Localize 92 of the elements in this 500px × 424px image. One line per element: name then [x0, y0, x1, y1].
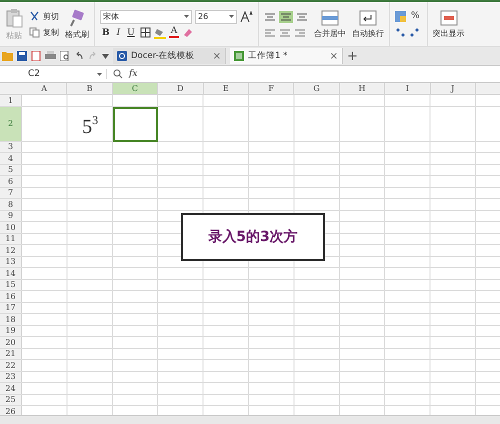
exponent: 3	[92, 114, 98, 126]
selected-cell[interactable]	[112, 106, 158, 142]
bold-button[interactable]: B	[100, 28, 112, 38]
row-header[interactable]: 23	[0, 372, 22, 382]
row-header[interactable]: 11	[0, 234, 22, 244]
clipboard-icon[interactable]	[5, 8, 23, 28]
row-header[interactable]: 7	[0, 188, 22, 198]
column-header[interactable]: J	[430, 83, 476, 94]
row-header[interactable]: 18	[0, 314, 22, 324]
row-header[interactable]: 16	[0, 291, 22, 302]
tab-title: Docer-在线模板	[131, 50, 196, 62]
highlight-icon[interactable]	[440, 10, 458, 26]
cut-button[interactable]: 剪切	[43, 10, 59, 22]
row-header[interactable]: 15	[0, 280, 22, 290]
spreadsheet-icon	[234, 51, 244, 61]
align-center-icon[interactable]	[279, 28, 291, 38]
font-size-field[interactable]: 26	[195, 10, 237, 24]
preview-icon[interactable]	[60, 51, 70, 61]
row-header[interactable]: 8	[0, 199, 22, 210]
wrap-text-button[interactable]: 自动换行	[352, 28, 384, 38]
row-header[interactable]: 6	[0, 176, 22, 186]
border-icon[interactable]	[140, 27, 151, 38]
copy-button[interactable]: 复制	[43, 26, 59, 38]
number-format-icon[interactable]	[395, 10, 406, 22]
row-header[interactable]: 5	[0, 164, 22, 175]
wrap-text-icon[interactable]	[359, 10, 377, 26]
column-header[interactable]: E	[204, 83, 249, 94]
close-button[interactable]: ×	[330, 50, 338, 62]
align-left-icon[interactable]	[264, 28, 276, 38]
column-header[interactable]: A	[22, 83, 68, 94]
caret-icon[interactable]	[97, 72, 102, 76]
highlight-button[interactable]: 突出显示	[432, 28, 465, 38]
row-header[interactable]: 14	[0, 268, 22, 278]
align-right-icon[interactable]	[294, 28, 306, 38]
align-top-icon[interactable]	[264, 12, 276, 22]
zoom-icon[interactable]	[113, 69, 123, 79]
print-icon[interactable]	[45, 51, 56, 61]
column-header[interactable]: G	[294, 83, 340, 94]
tab-title: 工作簿1 *	[248, 50, 288, 62]
row-header[interactable]: 3	[0, 142, 22, 152]
merge-cells-icon[interactable]	[321, 10, 339, 26]
pdf-icon[interactable]	[31, 51, 41, 61]
row-header[interactable]: 25	[0, 394, 22, 405]
row-header[interactable]: 9	[0, 210, 22, 221]
align-bottom-icon[interactable]	[296, 12, 308, 22]
format-painter-button[interactable]: 格式刷	[65, 28, 89, 40]
align-middle-icon[interactable]	[279, 10, 293, 22]
fill-color-icon[interactable]	[154, 26, 166, 38]
row-header[interactable]: 26	[0, 406, 22, 415]
row-header[interactable]: 24	[0, 383, 22, 394]
close-button[interactable]: ×	[212, 50, 221, 62]
column-header[interactable]: F	[248, 83, 294, 94]
save-icon[interactable]	[17, 51, 27, 61]
column-header[interactable]: I	[385, 83, 431, 94]
font-color-button[interactable]: A	[168, 27, 180, 38]
text-box-text: 录入5的3次方	[208, 228, 298, 246]
underline-button[interactable]: U	[125, 28, 137, 38]
docer-icon	[117, 51, 127, 61]
cell-value: 5	[82, 116, 92, 136]
text-box[interactable]: 录入5的3次方	[181, 213, 325, 261]
row-header[interactable]: 2	[0, 106, 22, 140]
row-header[interactable]: 1	[0, 95, 22, 106]
eraser-icon[interactable]	[182, 26, 194, 38]
caret-icon[interactable]	[184, 15, 189, 18]
percent-button[interactable]: %	[409, 11, 422, 21]
scissors-icon[interactable]	[29, 10, 40, 22]
name-box[interactable]: C2	[0, 69, 107, 79]
new-tab-button[interactable]: +	[347, 48, 358, 64]
italic-button[interactable]: I	[114, 28, 122, 38]
row-header[interactable]: 13	[0, 256, 22, 267]
undo-icon[interactable]	[74, 51, 84, 61]
function-button[interactable]: fx	[129, 69, 138, 79]
column-header[interactable]: D	[158, 83, 204, 94]
row-header[interactable]: 21	[0, 348, 22, 359]
font-name-field[interactable]: 宋体	[100, 10, 192, 24]
copy-icon[interactable]	[29, 26, 40, 38]
row-header[interactable]: 12	[0, 245, 22, 256]
column-header[interactable]: C	[112, 83, 158, 94]
row-header[interactable]: 17	[0, 302, 22, 313]
row-header[interactable]: 10	[0, 222, 22, 232]
document-tab[interactable]: 工作簿1 * ×	[230, 48, 343, 64]
merge-center-button[interactable]: 合并居中	[314, 28, 346, 38]
column-header[interactable]: H	[340, 83, 386, 94]
brush-icon[interactable]	[68, 8, 86, 26]
caret-icon[interactable]	[229, 15, 234, 18]
row-header[interactable]: 20	[0, 337, 22, 348]
document-tab[interactable]: Docer-在线模板 ×	[113, 48, 226, 64]
row-header[interactable]: 22	[0, 360, 22, 370]
dropdown-icon[interactable]	[102, 54, 109, 58]
row-header[interactable]: 4	[0, 153, 22, 164]
grow-font-icon[interactable]	[240, 10, 253, 22]
row-header[interactable]: 19	[0, 326, 22, 336]
